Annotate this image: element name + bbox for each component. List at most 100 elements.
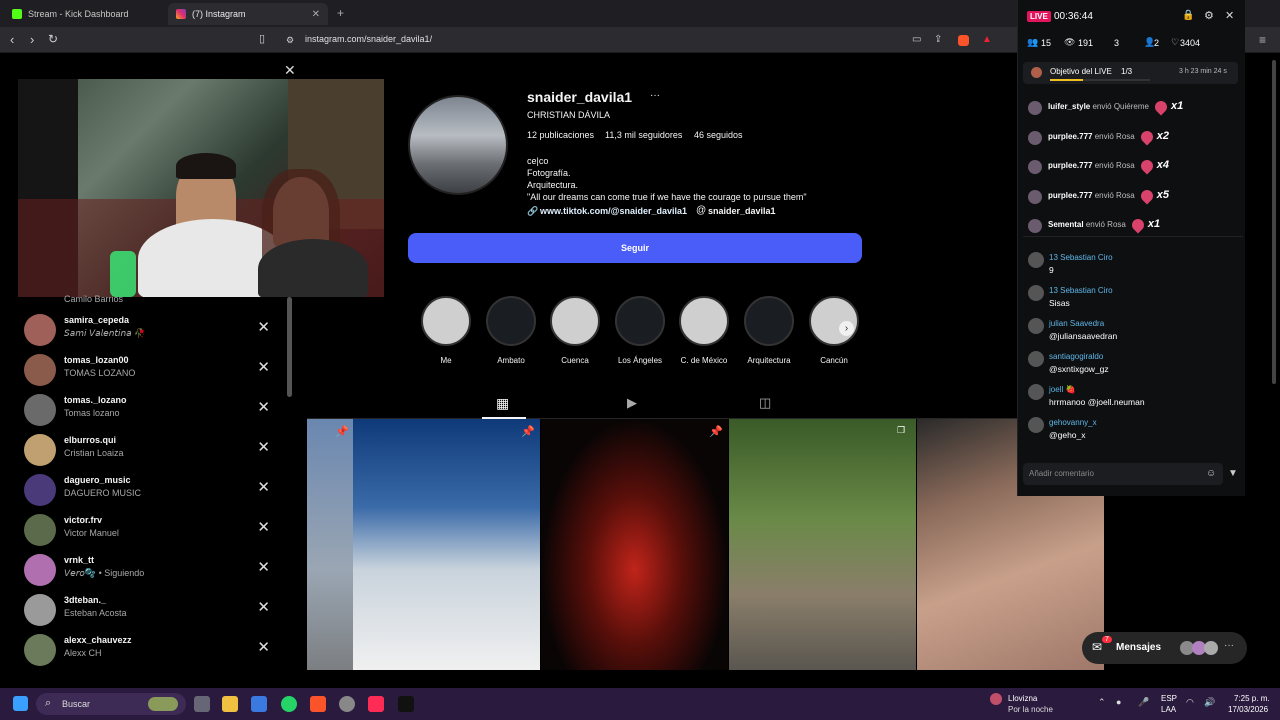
send-icon[interactable]: ▼ <box>1228 468 1238 479</box>
chat-username[interactable]: gehovanny_x <box>1049 418 1097 427</box>
store-icon[interactable] <box>251 696 267 712</box>
menu-icon[interactable]: ≡ <box>1259 33 1266 47</box>
forward-icon[interactable]: › <box>30 32 34 47</box>
share-icon[interactable]: ⇪ <box>934 34 942 45</box>
remove-icon[interactable]: ✕ <box>257 318 270 336</box>
profile-picture[interactable] <box>408 95 508 195</box>
volume-icon[interactable]: 🔊 <box>1204 697 1215 708</box>
remove-icon[interactable]: ✕ <box>257 518 270 536</box>
comment-input[interactable]: Añadir comentario ☺ <box>1023 463 1223 485</box>
clock-time[interactable]: 7:25 p. m. <box>1234 694 1270 703</box>
sidebar-list-item[interactable]: samira_cepeda 𝘚𝘢𝘮𝘪 𝘝𝘢𝘭𝘦𝘯𝘵𝘪𝘯𝘢 🥀 ✕ <box>24 312 274 352</box>
avatar[interactable] <box>24 634 56 666</box>
avatar[interactable] <box>24 314 56 346</box>
live-goal-bar[interactable]: Objetivo del LIVE 1/3 3 h 23 min 24 s <box>1023 62 1238 84</box>
weather-icon[interactable] <box>990 693 1002 705</box>
close-panel-icon[interactable]: ✕ <box>1225 9 1234 22</box>
chat-username[interactable]: santiagogiraldo <box>1049 352 1103 361</box>
avatar[interactable] <box>24 554 56 586</box>
bookmark-icon[interactable]: ▯ <box>259 32 265 45</box>
remove-icon[interactable]: ✕ <box>257 478 270 496</box>
tab-kick-dashboard[interactable]: Stream - Kick Dashboard <box>4 3 168 25</box>
chat-username[interactable]: 13 Sebastian Ciro <box>1049 286 1113 295</box>
wifi-icon[interactable]: ◠ <box>1186 697 1194 708</box>
microphone-icon[interactable]: 🎤 <box>1138 697 1149 708</box>
sidebar-list-item[interactable]: daguero_music DAGUERO MUSIC ✕ <box>24 472 274 512</box>
settings-icon[interactable]: ⚙ <box>1204 9 1214 22</box>
avatar[interactable] <box>24 514 56 546</box>
emoji-icon[interactable]: ☺ <box>1206 468 1216 479</box>
chat-username[interactable]: julian Saavedra <box>1049 319 1104 328</box>
sidebar-list-item[interactable]: alexx_chauvezz Alexx CH ✕ <box>24 632 274 672</box>
sidebar-list-item[interactable]: elburros.qui Cristian Loaiza ✕ <box>24 432 274 472</box>
avatar[interactable] <box>24 394 56 426</box>
remove-icon[interactable]: ✕ <box>257 638 270 656</box>
close-icon[interactable]: ✕ <box>284 62 296 79</box>
tiktok-studio-icon[interactable] <box>368 696 384 712</box>
sidebar-list-item[interactable]: tomas._lozano Tomas lozano ✕ <box>24 392 274 432</box>
tagged-tab-icon[interactable]: ◫ <box>759 395 771 411</box>
messages-button[interactable]: ✉ 7 Mensajes ··· <box>1082 632 1247 664</box>
language-code[interactable]: ESP <box>1161 694 1177 703</box>
sidebar-list-item[interactable]: vrnk_tt 𝘝𝘦𝘳𝘰🫧 • Siguiendo ✕ <box>24 552 274 592</box>
sidebar-list-item[interactable]: victor.frv Victor Manuel ✕ <box>24 512 274 552</box>
chatgpt-icon[interactable] <box>339 696 355 712</box>
lock-icon[interactable]: 🔒 <box>1182 10 1194 21</box>
windows-start-icon[interactable] <box>13 696 28 711</box>
following-count[interactable]: 46 seguidos <box>694 130 743 140</box>
threads-link[interactable]: snaider_davila1 <box>708 206 776 216</box>
sidebar-list-item[interactable]: tomas_lozan00 TOMAS LOZANO ✕ <box>24 352 274 392</box>
story-highlight[interactable]: Me <box>419 296 473 365</box>
story-highlight[interactable]: Cuenca <box>548 296 602 365</box>
avatar[interactable] <box>24 434 56 466</box>
avatar[interactable] <box>24 354 56 386</box>
language-layout[interactable]: LAA <box>1161 705 1176 714</box>
story-highlight[interactable]: C. de México <box>677 296 731 365</box>
whatsapp-icon[interactable] <box>281 696 297 712</box>
post-tile[interactable]: ❐ <box>729 419 916 670</box>
clock-date[interactable]: 17/03/2026 <box>1228 705 1268 714</box>
remove-icon[interactable]: ✕ <box>257 598 270 616</box>
file-explorer-icon[interactable] <box>222 696 238 712</box>
tray-chevron-icon[interactable]: ⌃ <box>1098 697 1106 708</box>
remove-icon[interactable]: ✕ <box>257 358 270 376</box>
brave-rewards-icon[interactable]: ▲ <box>982 34 992 45</box>
scrollbar[interactable] <box>287 297 292 397</box>
followers-count[interactable]: 11,3 mil seguidores <box>605 130 682 140</box>
chat-username[interactable]: joell 🍓 <box>1049 385 1075 394</box>
remove-icon[interactable]: ✕ <box>257 558 270 576</box>
more-options-icon[interactable]: ··· <box>650 90 660 101</box>
search-box[interactable]: ⌕ Buscar <box>36 693 186 715</box>
story-highlight[interactable]: Arquitectura <box>742 296 796 365</box>
follow-button[interactable]: Seguir <box>408 233 862 263</box>
remove-icon[interactable]: ✕ <box>257 438 270 456</box>
chat-username[interactable]: 13 Sebastian Ciro <box>1049 253 1113 262</box>
reload-icon[interactable]: ↻ <box>48 32 58 46</box>
site-info-icon[interactable]: ⚙ <box>286 35 294 46</box>
tray-app-icon[interactable]: ● <box>1116 697 1121 707</box>
next-highlights-icon[interactable]: › <box>839 321 854 336</box>
brave-shield-icon[interactable] <box>958 35 969 46</box>
avatar[interactable] <box>24 594 56 626</box>
sidebar-list-item[interactable]: 3dteban._ Esteban Acosta ✕ <box>24 592 274 632</box>
more-icon[interactable]: ··· <box>1224 640 1234 651</box>
screen-icon[interactable]: ▭ <box>912 34 921 45</box>
remove-icon[interactable]: ✕ <box>257 398 270 416</box>
page-scrollbar[interactable] <box>1272 60 1276 384</box>
reels-tab-icon[interactable]: ▶ <box>627 395 637 411</box>
story-highlight[interactable]: Ambato <box>484 296 538 365</box>
back-icon[interactable]: ‹ <box>10 32 14 47</box>
new-tab-icon[interactable]: + <box>337 6 344 20</box>
close-tab-icon[interactable]: ✕ <box>312 9 320 20</box>
tab-instagram[interactable]: (7) Instagram ✕ <box>168 3 328 25</box>
tiktok-icon[interactable] <box>398 696 414 712</box>
profile-link[interactable]: www.tiktok.com/@snaider_davila1 <box>540 206 687 216</box>
url-field[interactable]: instagram.com/snaider_davila1/ <box>305 34 432 44</box>
post-tile[interactable]: 📌 <box>307 419 353 670</box>
brave-icon[interactable] <box>310 696 326 712</box>
task-view-icon[interactable] <box>194 696 210 712</box>
posts-grid-tab-icon[interactable]: ▦ <box>496 395 509 412</box>
story-highlight[interactable]: Los Ángeles <box>613 296 667 365</box>
avatar[interactable] <box>24 474 56 506</box>
post-tile[interactable]: 📌 <box>541 419 728 670</box>
